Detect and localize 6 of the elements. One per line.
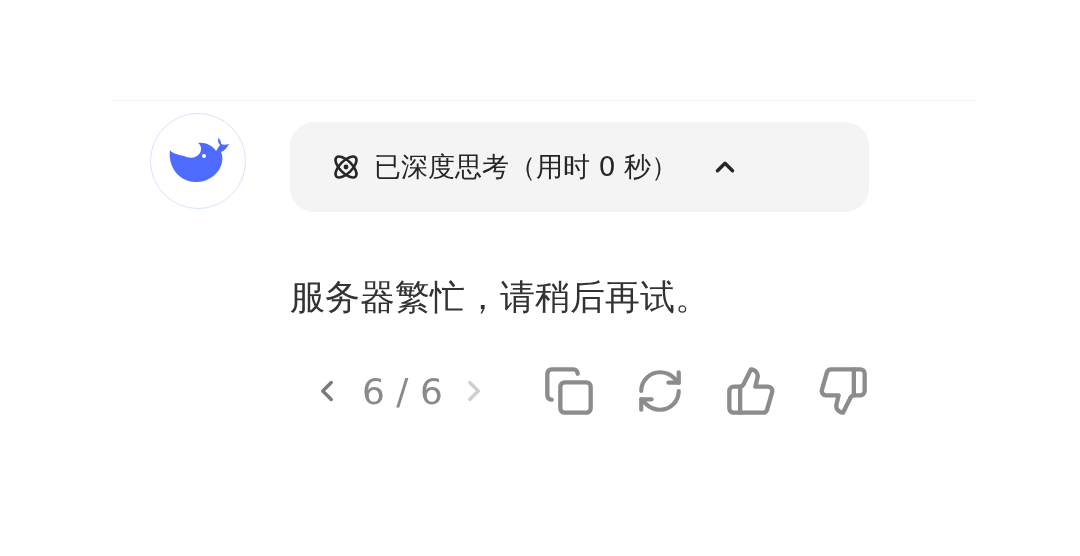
copy-icon[interactable] [542, 365, 595, 417]
message-text: 服务器繁忙，请稍后再试。 [290, 276, 711, 319]
atom-icon [332, 153, 360, 181]
thumbs-up-icon[interactable] [724, 365, 777, 417]
page-counter: 6 / 6 [362, 370, 443, 412]
thinking-toggle[interactable]: 已深度思考（用时 0 秒） [290, 122, 869, 212]
